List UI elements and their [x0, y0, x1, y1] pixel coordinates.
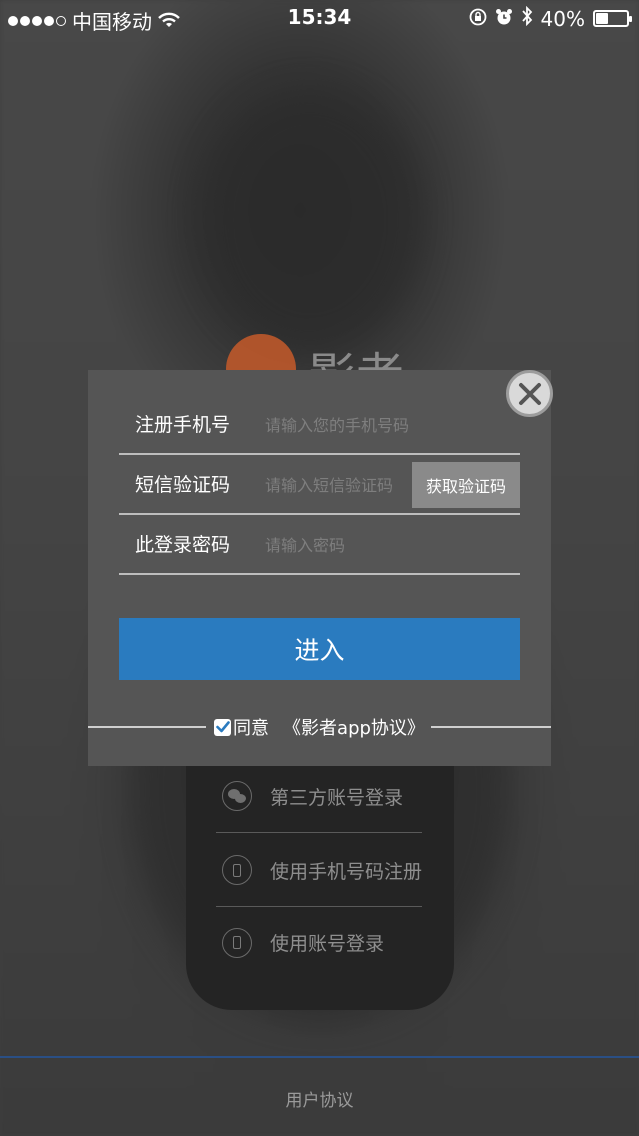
sms-code-input[interactable] — [265, 467, 405, 503]
orientation-lock-icon — [469, 7, 487, 31]
battery-fill — [596, 13, 608, 24]
checkmark-icon — [215, 721, 230, 733]
get-code-button[interactable]: 获取验证码 — [412, 462, 520, 508]
battery-icon — [593, 10, 632, 27]
background-figure-head — [200, 90, 420, 350]
option-phone-register[interactable]: 使用手机号码注册 — [216, 834, 422, 907]
login-options-panel: 第三方账号登录 使用手机号码注册 使用账号登录 — [186, 740, 454, 1010]
option-label: 第三方账号登录 — [270, 786, 404, 809]
agreement-row: 同意 《影者app协议》 — [0, 713, 639, 741]
option-account-login[interactable]: 使用账号登录 — [216, 906, 422, 979]
password-row: 此登录密码 — [119, 515, 520, 575]
option-third-party-login[interactable]: 第三方账号登录 — [216, 760, 422, 833]
agree-label: 同意 — [233, 718, 270, 739]
status-bar: 中国移动 15:34 40% — [0, 0, 639, 34]
phone-icon — [222, 927, 252, 958]
password-input[interactable] — [265, 527, 505, 563]
footer-divider — [0, 1056, 639, 1058]
alarm-icon — [495, 7, 513, 31]
agreement-link[interactable]: 《影者app协议》 — [283, 714, 425, 740]
password-label: 此登录密码 — [135, 534, 231, 556]
phone-input[interactable] — [265, 407, 505, 443]
wechat-icon — [222, 781, 252, 811]
phone-row: 注册手机号 — [119, 395, 520, 455]
bluetooth-icon — [521, 5, 533, 31]
close-icon — [518, 382, 541, 405]
sms-code-label: 短信验证码 — [135, 474, 231, 496]
phone-label: 注册手机号 — [135, 414, 231, 436]
close-button[interactable] — [506, 370, 553, 417]
sms-code-row: 短信验证码 获取验证码 — [119, 455, 520, 515]
phone-icon — [222, 855, 252, 885]
option-label: 使用账号登录 — [270, 933, 385, 955]
user-agreement-link[interactable]: 用户协议 — [0, 1086, 639, 1111]
status-right: 40% — [469, 5, 632, 31]
agree-checkbox[interactable] — [214, 718, 232, 736]
battery-percent: 40% — [540, 6, 585, 31]
option-label: 使用手机号码注册 — [270, 860, 423, 883]
enter-button[interactable]: 进入 — [119, 618, 520, 680]
